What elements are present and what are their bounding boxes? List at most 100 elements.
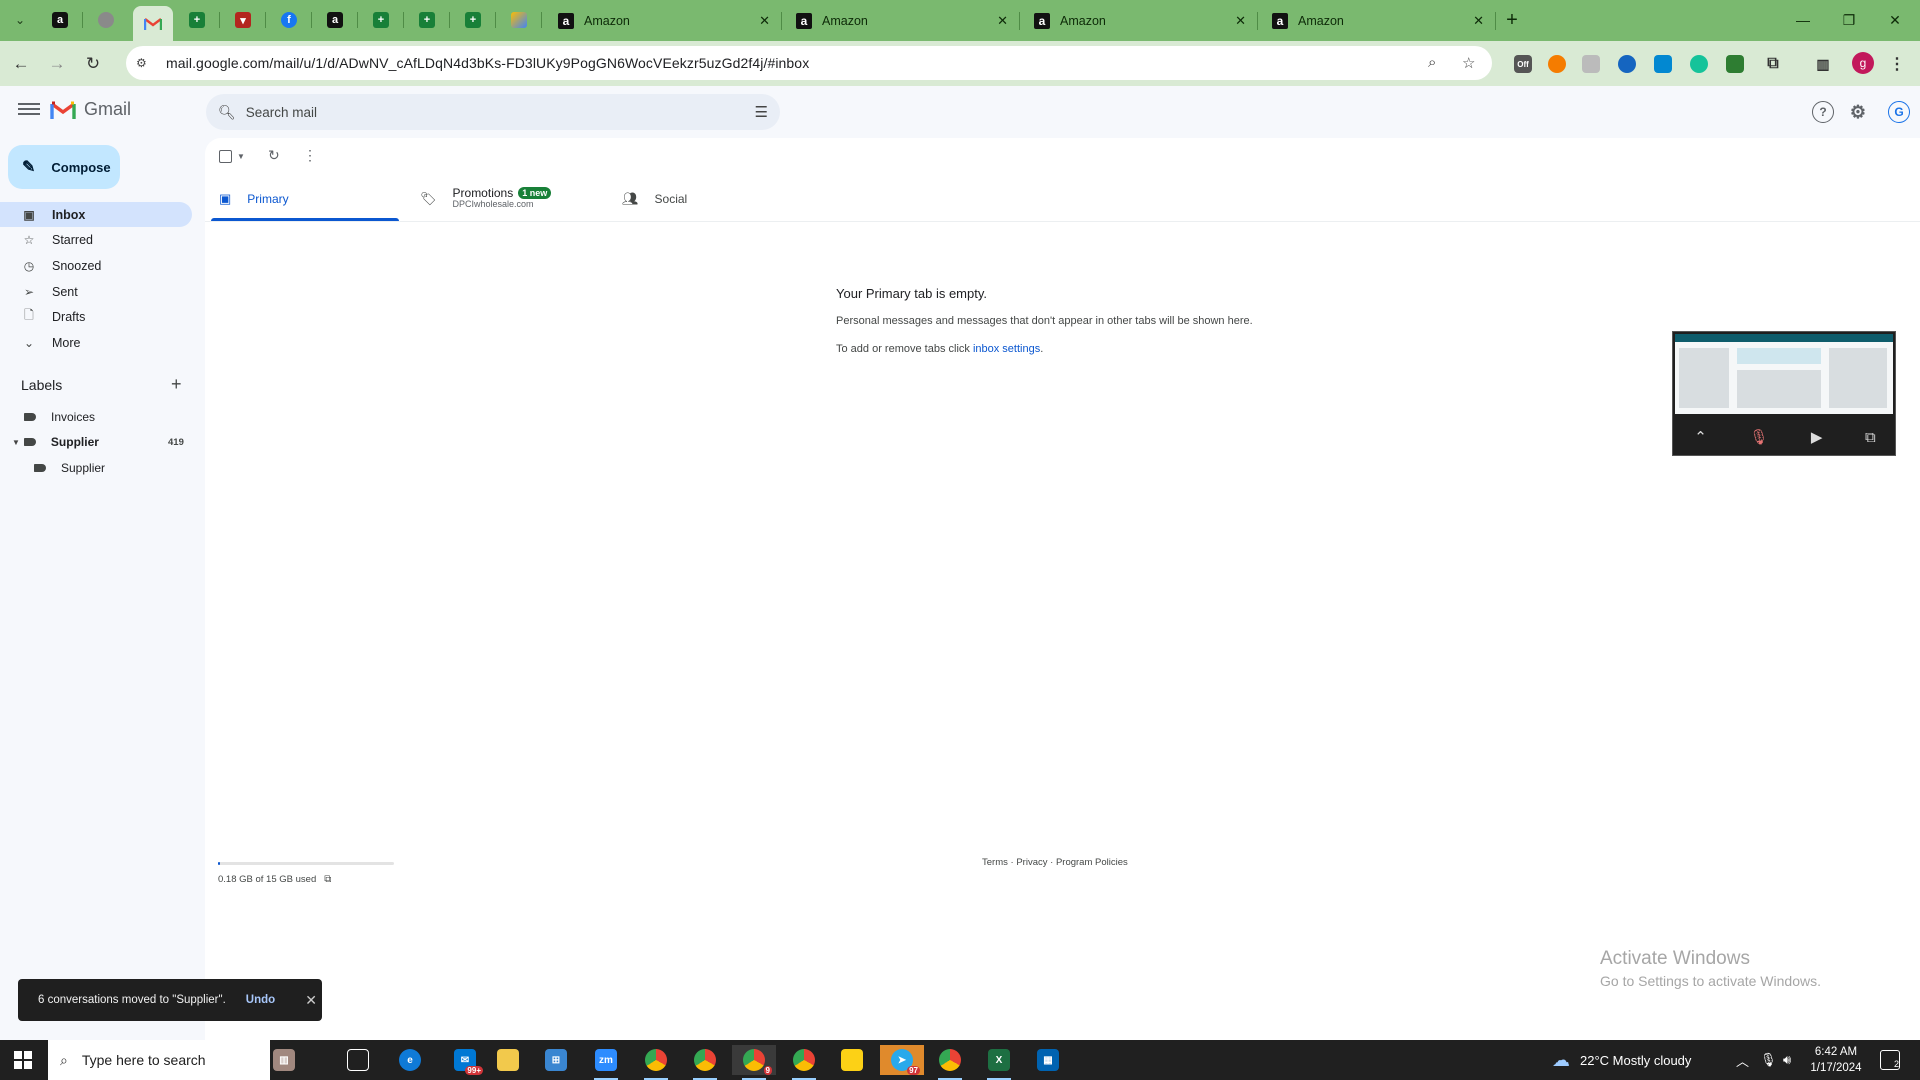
pinned-tab-gmail-active[interactable] <box>133 6 173 41</box>
pinned-tab-facebook[interactable]: f <box>275 8 303 32</box>
nav-item-sent[interactable]: ➢ Sent <box>0 279 192 304</box>
taskbar-app-chrome-4[interactable] <box>782 1045 826 1080</box>
taskbar-app-excel[interactable]: X <box>977 1045 1021 1080</box>
extension-icon[interactable] <box>1548 55 1566 73</box>
site-info-icon[interactable]: ⚙ <box>136 56 156 70</box>
tab-amazon-3[interactable]: a Amazon ✕ <box>1024 6 1256 36</box>
grammarly-icon[interactable] <box>1690 55 1708 73</box>
show-hidden-icons-button[interactable]: ︿ <box>1736 1040 1749 1080</box>
tab-amazon-4[interactable]: a Amazon ✕ <box>1262 6 1494 36</box>
bookmark-star-icon[interactable]: ☆ <box>1462 54 1475 72</box>
pinned-tab-sheet-4[interactable]: + <box>459 8 487 32</box>
tab-amazon-2[interactable]: a Amazon ✕ <box>786 6 1018 36</box>
mic-muted-icon[interactable]: 🎙︎ <box>1749 428 1768 446</box>
extensions-puzzle-icon[interactable]: ⧉ <box>1764 55 1782 73</box>
refresh-icon[interactable]: ↻ <box>268 147 280 164</box>
extension-icon[interactable] <box>1618 55 1636 73</box>
close-icon[interactable]: ✕ <box>1473 13 1484 29</box>
extension-icon[interactable] <box>1654 55 1672 73</box>
terms-link[interactable]: Terms <box>982 857 1008 868</box>
taskbar-app-chrome-5[interactable] <box>928 1045 972 1080</box>
tab-search-button[interactable]: ⌄ <box>6 8 34 32</box>
nav-item-snoozed[interactable]: ◷ Snoozed <box>0 253 192 278</box>
extension-icon[interactable] <box>1726 55 1744 73</box>
new-tab-button[interactable]: + <box>1500 8 1524 32</box>
back-button[interactable]: ← <box>8 51 34 77</box>
pinned-tab-sheet-1[interactable]: + <box>183 8 211 32</box>
chevron-up-icon[interactable]: ⌃ <box>1694 428 1707 446</box>
notification-center-icon[interactable]: 2 <box>1880 1050 1900 1070</box>
profile-avatar[interactable]: g <box>1852 52 1874 74</box>
pinned-tab-amazon-2[interactable]: a <box>321 8 349 32</box>
browser-menu-icon[interactable]: ⋮ <box>1888 55 1906 73</box>
add-label-icon[interactable]: + <box>171 374 182 395</box>
pinned-tab-app[interactable] <box>92 8 120 32</box>
more-options-icon[interactable]: ⋮ <box>303 147 317 164</box>
close-icon[interactable]: ✕ <box>759 13 770 29</box>
camera-icon[interactable]: ▶ <box>1811 428 1823 446</box>
nav-item-drafts[interactable]: 🗋︎ Drafts <box>0 304 192 329</box>
task-view-button[interactable] <box>336 1045 380 1075</box>
tab-promotions[interactable]: 🏷︎ Promotions 1 new DPCIwholesale.com <box>420 178 552 220</box>
taskbar-search-input[interactable]: ⌕ Type here to search <box>48 1040 270 1080</box>
taskbar-app-edge[interactable]: e <box>388 1045 432 1075</box>
label-supplier-sub[interactable]: Supplier <box>34 457 105 479</box>
restore-button[interactable]: ❐ <box>1826 0 1872 40</box>
extension-icon[interactable] <box>1582 55 1600 73</box>
tab-primary[interactable]: ▣ Primary <box>219 178 289 220</box>
undo-button[interactable]: Undo <box>246 994 275 1006</box>
taskbar-app-chrome-2[interactable] <box>683 1045 727 1080</box>
label-invoices[interactable]: Invoices <box>24 406 95 428</box>
taskbar-app-chrome-1[interactable] <box>634 1045 678 1080</box>
select-all-checkbox[interactable] <box>219 150 232 163</box>
close-window-button[interactable]: ✕ <box>1872 0 1918 40</box>
settings-gear-icon[interactable]: ⚙ <box>1847 101 1869 123</box>
forward-button[interactable]: → <box>44 51 70 77</box>
privacy-link[interactable]: Privacy <box>1016 857 1047 868</box>
address-bar[interactable]: ⚙ mail.google.com/mail/u/1/d/ADwNV_cAfLD… <box>126 46 1492 80</box>
volume-icon[interactable]: 🔊︎ <box>1783 1040 1791 1080</box>
pinned-tab-sheet-2[interactable]: + <box>367 8 395 32</box>
tab-amazon-1[interactable]: a Amazon ✕ <box>548 6 780 36</box>
expand-caret-icon[interactable]: ▼ <box>12 438 20 447</box>
search-options-icon[interactable]: ☰ <box>755 103 768 121</box>
nav-item-more[interactable]: ⌄ More <box>0 330 192 355</box>
help-icon[interactable]: ? <box>1812 101 1834 123</box>
reload-button[interactable]: ↻ <box>80 51 106 77</box>
taskbar-app-explorer[interactable] <box>486 1045 530 1075</box>
nav-item-starred[interactable]: ☆ Starred <box>0 227 192 252</box>
close-icon[interactable]: ✕ <box>305 992 317 1009</box>
nav-item-inbox[interactable]: ▣ Inbox <box>0 202 192 227</box>
gmail-logo[interactable]: Gmail <box>50 99 131 120</box>
taskbar-clock[interactable]: 6:42 AM 1/17/2024 <box>1806 1044 1866 1076</box>
weather-widget[interactable]: ☁ 22°C Mostly cloudy <box>1552 1040 1691 1080</box>
close-icon[interactable]: ✕ <box>997 13 1008 29</box>
taskbar-app-bookshelf[interactable]: ▥ <box>262 1045 306 1075</box>
taskbar-app-sticky-notes[interactable] <box>830 1045 874 1075</box>
inbox-settings-link[interactable]: inbox settings <box>973 343 1040 355</box>
taskbar-app-zoom[interactable]: zm <box>584 1045 628 1080</box>
tab-social[interactable]: 👥︎ Social <box>622 178 687 220</box>
taskbar-app-store[interactable]: ⊞ <box>534 1045 578 1075</box>
compose-button[interactable]: ✎ Compose <box>8 145 120 189</box>
taskbar-app-telegram[interactable]: ➤ 97 <box>880 1045 924 1075</box>
program-policies-link[interactable]: Program Policies <box>1056 857 1128 868</box>
main-menu-icon[interactable] <box>18 100 40 120</box>
back-to-tab-icon[interactable]: ⧉ <box>1865 429 1876 446</box>
close-icon[interactable]: ✕ <box>1235 13 1246 29</box>
picture-in-picture-window[interactable]: ⌃ 🎙︎ ▶ ⧉ <box>1672 331 1896 456</box>
label-supplier[interactable]: ▼ Supplier 419 <box>12 431 192 453</box>
pinned-tab-amazon[interactable]: a <box>46 8 74 32</box>
microphone-icon[interactable]: 🎙︎ <box>1760 1040 1777 1080</box>
start-button[interactable] <box>14 1051 32 1069</box>
pinned-tab-app-red[interactable]: ▾ <box>229 8 257 32</box>
pinned-tab-sheet-3[interactable]: + <box>413 8 441 32</box>
open-in-new-icon[interactable]: ⧉ <box>324 874 331 885</box>
taskbar-app-calculator[interactable]: ▦ <box>1026 1045 1070 1075</box>
side-panel-icon[interactable]: ▥ <box>1814 55 1832 73</box>
search-input[interactable]: 🔍︎ Search mail ☰ <box>206 94 780 130</box>
pinned-tab-drive[interactable] <box>505 8 533 32</box>
minimize-button[interactable]: — <box>1780 0 1826 40</box>
search-icon[interactable]: 🔍︎ <box>218 104 236 121</box>
extension-off-icon[interactable]: Off <box>1514 55 1532 73</box>
